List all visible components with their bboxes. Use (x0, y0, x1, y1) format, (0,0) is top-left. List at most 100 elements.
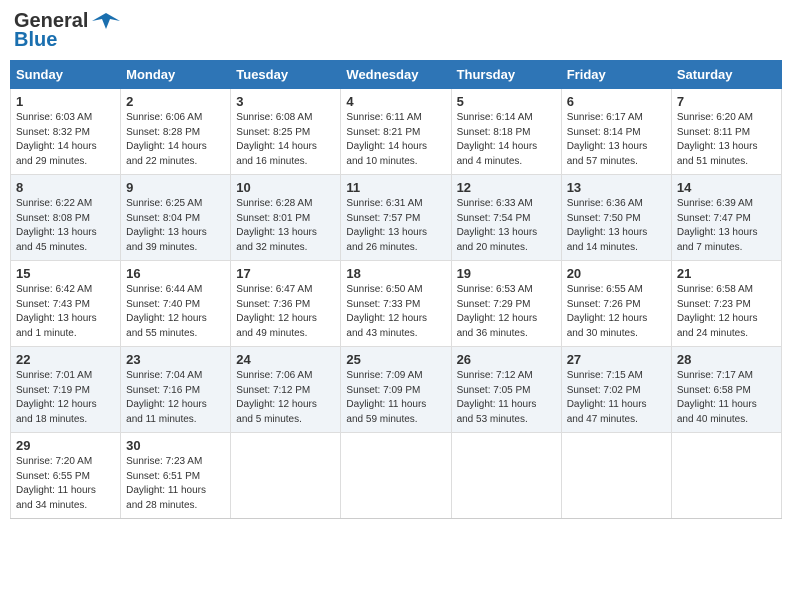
day-info: Sunrise: 7:09 AM Sunset: 7:09 PM Dayligh… (346, 369, 445, 427)
weekday-header-tuesday: Tuesday (231, 61, 341, 89)
day-number: 18 (346, 266, 445, 281)
weekday-header-sunday: Sunday (11, 61, 121, 89)
day-info: Sunrise: 7:23 AM Sunset: 6:51 PM Dayligh… (126, 455, 225, 513)
day-number: 10 (236, 180, 335, 195)
day-number: 16 (126, 266, 225, 281)
day-info: Sunrise: 6:03 AM Sunset: 8:32 PM Dayligh… (16, 111, 115, 169)
day-info: Sunrise: 6:22 AM Sunset: 8:08 PM Dayligh… (16, 197, 115, 255)
day-cell-10: 10 Sunrise: 6:28 AM Sunset: 8:01 PM Dayli… (231, 175, 341, 261)
day-cell-5: 5 Sunrise: 6:14 AM Sunset: 8:18 PM Daylig… (451, 89, 561, 175)
day-info: Sunrise: 6:17 AM Sunset: 8:14 PM Dayligh… (567, 111, 666, 169)
week-row-3: 15 Sunrise: 6:42 AM Sunset: 7:43 PM Dayli… (11, 261, 782, 347)
day-cell-6: 6 Sunrise: 6:17 AM Sunset: 8:14 PM Daylig… (561, 89, 671, 175)
day-info: Sunrise: 6:53 AM Sunset: 7:29 PM Dayligh… (457, 283, 556, 341)
day-number: 19 (457, 266, 556, 281)
day-info: Sunrise: 7:15 AM Sunset: 7:02 PM Dayligh… (567, 369, 666, 427)
week-row-1: 1 Sunrise: 6:03 AM Sunset: 8:32 PM Daylig… (11, 89, 782, 175)
day-info: Sunrise: 6:55 AM Sunset: 7:26 PM Dayligh… (567, 283, 666, 341)
day-info: Sunrise: 6:06 AM Sunset: 8:28 PM Dayligh… (126, 111, 225, 169)
day-number: 26 (457, 352, 556, 367)
day-cell-11: 11 Sunrise: 6:31 AM Sunset: 7:57 PM Dayli… (341, 175, 451, 261)
day-info: Sunrise: 6:58 AM Sunset: 7:23 PM Dayligh… (677, 283, 776, 341)
day-number: 7 (677, 94, 776, 109)
day-cell-4: 4 Sunrise: 6:11 AM Sunset: 8:21 PM Daylig… (341, 89, 451, 175)
day-cell-13: 13 Sunrise: 6:36 AM Sunset: 7:50 PM Dayli… (561, 175, 671, 261)
weekday-header-friday: Friday (561, 61, 671, 89)
day-cell-18: 18 Sunrise: 6:50 AM Sunset: 7:33 PM Dayli… (341, 261, 451, 347)
day-number: 11 (346, 180, 445, 195)
empty-cell (671, 433, 781, 519)
day-number: 3 (236, 94, 335, 109)
empty-cell (231, 433, 341, 519)
day-info: Sunrise: 7:06 AM Sunset: 7:12 PM Dayligh… (236, 369, 335, 427)
day-info: Sunrise: 6:25 AM Sunset: 8:04 PM Dayligh… (126, 197, 225, 255)
calendar-table: SundayMondayTuesdayWednesdayThursdayFrid… (10, 60, 782, 519)
day-cell-23: 23 Sunrise: 7:04 AM Sunset: 7:16 PM Dayli… (121, 347, 231, 433)
day-info: Sunrise: 7:12 AM Sunset: 7:05 PM Dayligh… (457, 369, 556, 427)
day-info: Sunrise: 7:20 AM Sunset: 6:55 PM Dayligh… (16, 455, 115, 513)
day-number: 23 (126, 352, 225, 367)
logo: General Blue (14, 10, 120, 52)
day-cell-9: 9 Sunrise: 6:25 AM Sunset: 8:04 PM Daylig… (121, 175, 231, 261)
day-info: Sunrise: 6:08 AM Sunset: 8:25 PM Dayligh… (236, 111, 335, 169)
day-info: Sunrise: 6:42 AM Sunset: 7:43 PM Dayligh… (16, 283, 115, 341)
week-row-5: 29 Sunrise: 7:20 AM Sunset: 6:55 PM Dayli… (11, 433, 782, 519)
day-cell-24: 24 Sunrise: 7:06 AM Sunset: 7:12 PM Dayli… (231, 347, 341, 433)
day-info: Sunrise: 6:31 AM Sunset: 7:57 PM Dayligh… (346, 197, 445, 255)
page-header: General Blue (10, 10, 782, 52)
day-number: 17 (236, 266, 335, 281)
day-cell-22: 22 Sunrise: 7:01 AM Sunset: 7:19 PM Dayli… (11, 347, 121, 433)
day-number: 22 (16, 352, 115, 367)
day-number: 2 (126, 94, 225, 109)
day-number: 24 (236, 352, 335, 367)
logo-blue-text: Blue (14, 29, 57, 52)
day-info: Sunrise: 6:33 AM Sunset: 7:54 PM Dayligh… (457, 197, 556, 255)
day-number: 29 (16, 438, 115, 453)
day-number: 13 (567, 180, 666, 195)
day-number: 21 (677, 266, 776, 281)
week-row-4: 22 Sunrise: 7:01 AM Sunset: 7:19 PM Dayli… (11, 347, 782, 433)
day-cell-12: 12Sunrise: 6:33 AM Sunset: 7:54 PM Dayli… (451, 175, 561, 261)
day-cell-16: 16 Sunrise: 6:44 AM Sunset: 7:40 PM Dayli… (121, 261, 231, 347)
empty-cell (561, 433, 671, 519)
day-number: 5 (457, 94, 556, 109)
day-cell-17: 17 Sunrise: 6:47 AM Sunset: 7:36 PM Dayli… (231, 261, 341, 347)
day-cell-20: 20Sunrise: 6:55 AM Sunset: 7:26 PM Dayli… (561, 261, 671, 347)
day-number: 28 (677, 352, 776, 367)
day-cell-26: 26 Sunrise: 7:12 AM Sunset: 7:05 PM Dayli… (451, 347, 561, 433)
day-info: Sunrise: 6:36 AM Sunset: 7:50 PM Dayligh… (567, 197, 666, 255)
weekday-header-row: SundayMondayTuesdayWednesdayThursdayFrid… (11, 61, 782, 89)
day-info: Sunrise: 6:47 AM Sunset: 7:36 PM Dayligh… (236, 283, 335, 341)
day-info: Sunrise: 6:14 AM Sunset: 8:18 PM Dayligh… (457, 111, 556, 169)
day-cell-3: 3 Sunrise: 6:08 AM Sunset: 8:25 PM Daylig… (231, 89, 341, 175)
day-cell-30: 30 Sunrise: 7:23 AM Sunset: 6:51 PM Dayli… (121, 433, 231, 519)
day-info: Sunrise: 7:04 AM Sunset: 7:16 PM Dayligh… (126, 369, 225, 427)
day-number: 6 (567, 94, 666, 109)
day-number: 25 (346, 352, 445, 367)
weekday-header-thursday: Thursday (451, 61, 561, 89)
day-number: 15 (16, 266, 115, 281)
day-number: 9 (126, 180, 225, 195)
logo-bird-icon (92, 11, 120, 33)
day-cell-8: 8 Sunrise: 6:22 AM Sunset: 8:08 PM Daylig… (11, 175, 121, 261)
day-cell-27: 27Sunrise: 7:15 AM Sunset: 7:02 PM Dayli… (561, 347, 671, 433)
day-cell-7: 7Sunrise: 6:20 AM Sunset: 8:11 PM Daylig… (671, 89, 781, 175)
day-cell-15: 15 Sunrise: 6:42 AM Sunset: 7:43 PM Dayli… (11, 261, 121, 347)
day-number: 4 (346, 94, 445, 109)
day-number: 8 (16, 180, 115, 195)
day-cell-2: 2 Sunrise: 6:06 AM Sunset: 8:28 PM Daylig… (121, 89, 231, 175)
day-cell-28: 28 Sunrise: 7:17 AM Sunset: 6:58 PM Dayli… (671, 347, 781, 433)
day-info: Sunrise: 6:39 AM Sunset: 7:47 PM Dayligh… (677, 197, 776, 255)
day-info: Sunrise: 6:11 AM Sunset: 8:21 PM Dayligh… (346, 111, 445, 169)
day-info: Sunrise: 7:01 AM Sunset: 7:19 PM Dayligh… (16, 369, 115, 427)
day-number: 1 (16, 94, 115, 109)
day-info: Sunrise: 6:44 AM Sunset: 7:40 PM Dayligh… (126, 283, 225, 341)
day-number: 30 (126, 438, 225, 453)
day-info: Sunrise: 6:50 AM Sunset: 7:33 PM Dayligh… (346, 283, 445, 341)
day-number: 14 (677, 180, 776, 195)
day-cell-1: 1 Sunrise: 6:03 AM Sunset: 8:32 PM Daylig… (11, 89, 121, 175)
day-info: Sunrise: 6:28 AM Sunset: 8:01 PM Dayligh… (236, 197, 335, 255)
weekday-header-saturday: Saturday (671, 61, 781, 89)
day-info: Sunrise: 7:17 AM Sunset: 6:58 PM Dayligh… (677, 369, 776, 427)
day-cell-25: 25 Sunrise: 7:09 AM Sunset: 7:09 PM Dayli… (341, 347, 451, 433)
